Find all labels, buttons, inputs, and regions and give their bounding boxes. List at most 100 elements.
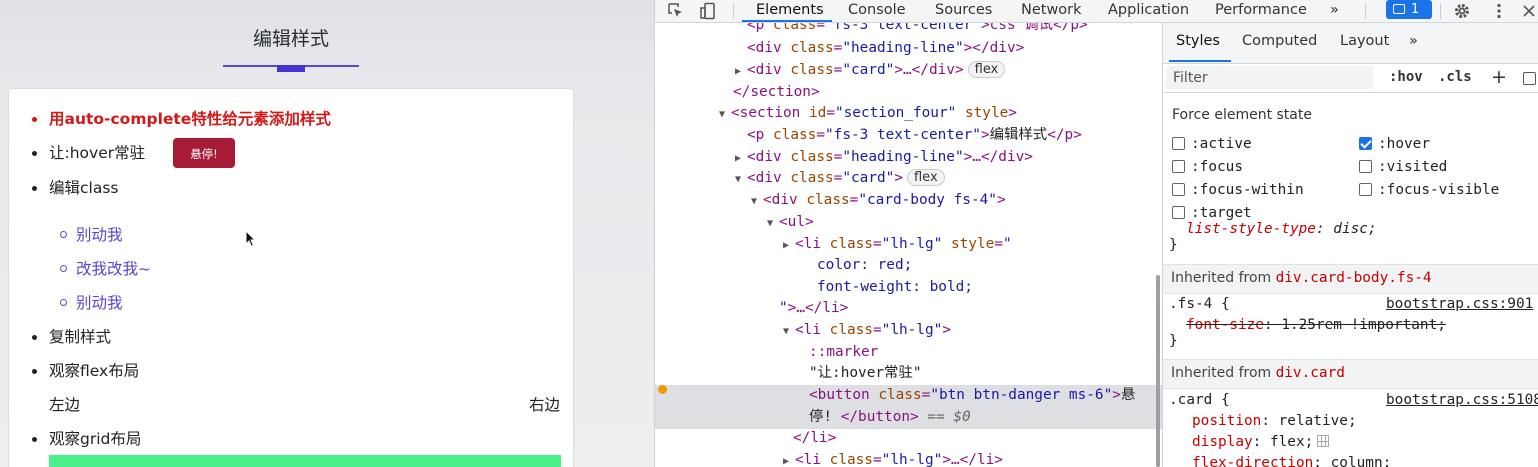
inspect-icon[interactable] [667, 2, 685, 20]
expand-triangle-icon[interactable]: ▶ [735, 148, 747, 170]
checkbox[interactable] [1359, 160, 1372, 173]
force-element-state: Force element state :active :hover :focu… [1163, 93, 1538, 233]
checkbox-checked[interactable] [1359, 137, 1372, 150]
inherited-header: Inherited from div.card [1163, 359, 1538, 389]
dom-node-selected[interactable]: <button class="btn btn-danger ms-6">悬 [655, 385, 1162, 407]
expand-triangle-icon[interactable]: ▶ [783, 451, 795, 467]
state-visited[interactable]: :visited [1359, 157, 1447, 177]
tab-network[interactable]: Network [1021, 0, 1082, 21]
dom-node[interactable]: ▼ <li class="lh-lg"> [655, 320, 1162, 342]
dom-node[interactable]: font-weight: bold; [655, 277, 1162, 299]
sub-list-item-label[interactable]: 改我改我~ [76, 257, 151, 281]
force-state-title: Force element state [1172, 107, 1312, 123]
style-declaration[interactable]: list-style-type: disc; [1186, 221, 1377, 237]
dom-node[interactable]: <p class="fs-3 text-center">编辑样式</p> [655, 125, 1162, 147]
tab-elements[interactable]: Elements [756, 0, 824, 21]
collapse-triangle-icon[interactable]: ▼ [783, 321, 795, 343]
style-declaration-overridden[interactable]: font-size: 1.25rem !important; [1186, 317, 1446, 333]
collapse-triangle-icon[interactable]: ▼ [735, 169, 747, 191]
sub-list-item-label[interactable]: 别动我 [76, 291, 123, 315]
dom-node[interactable]: color: red; [655, 255, 1162, 277]
collapse-triangle-icon[interactable]: ▼ [751, 191, 763, 213]
dom-node[interactable]: ▼ <ul> [655, 212, 1162, 234]
list-item: 编辑class [9, 176, 573, 200]
state-hover[interactable]: :hover [1359, 134, 1430, 154]
sidebar-toggle-icon[interactable] [1523, 72, 1536, 85]
close-icon[interactable] [1520, 2, 1538, 20]
style-declaration[interactable]: flex-direction: column; [1192, 455, 1391, 467]
cls-toggle[interactable]: .cls [1438, 69, 1472, 85]
dom-node[interactable]: </li> [655, 428, 1162, 450]
css-selector[interactable]: .card { [1169, 392, 1230, 408]
checkbox[interactable] [1172, 137, 1185, 150]
list-item: 用auto-complete特性给元素添加样式 [9, 107, 573, 131]
dom-node[interactable]: ▼ <section id="section_four" style> [655, 103, 1162, 125]
circle-marker [60, 265, 67, 272]
issues-badge[interactable]: 1 [1386, 0, 1432, 19]
sub-list-item-label[interactable]: 别动我 [76, 223, 123, 247]
more-sidebar-tabs-button[interactable]: » [1409, 33, 1418, 49]
grid-layout-bar [49, 455, 561, 467]
device-toggle-icon[interactable] [699, 2, 717, 20]
flex-row: 左边 右边 [9, 393, 573, 417]
collapse-triangle-icon[interactable]: ▼ [767, 213, 779, 235]
dom-node[interactable]: ▼ <div class="card-body fs-4"> [655, 190, 1162, 212]
dom-node[interactable]: ▶ <div class="card">…</div> flex [655, 60, 1162, 82]
style-declaration[interactable]: position: relative; [1192, 413, 1357, 429]
state-active[interactable]: :active [1172, 134, 1252, 154]
elements-scrollbar[interactable] [1156, 275, 1160, 467]
elements-tree: <p class="fs-3 text-center">css 调试</p> <… [655, 23, 1162, 467]
more-tabs-button[interactable]: » [1330, 0, 1339, 21]
expand-triangle-icon[interactable]: ▶ [783, 235, 795, 257]
state-target[interactable]: :target [1172, 203, 1252, 223]
state-focus-within[interactable]: :focus-within [1172, 180, 1304, 200]
filter-input[interactable] [1166, 66, 1373, 89]
style-declaration[interactable]: display: flex; [1192, 434, 1330, 450]
source-link[interactable]: bootstrap.css:901 [1386, 296, 1533, 312]
dom-node[interactable]: </section> [655, 82, 1162, 104]
bullet-marker [32, 335, 37, 340]
tab-sources[interactable]: Sources [935, 0, 992, 21]
dom-node[interactable]: ▼ <div class="card"> flex [655, 168, 1162, 190]
circle-marker [60, 231, 67, 238]
new-style-rule-button[interactable]: + [1491, 66, 1507, 88]
list-item-label: 让:hover常驻 [49, 144, 146, 162]
flex-badge[interactable]: flex [967, 61, 1006, 78]
dom-node-selected[interactable]: 停! </button> == $0 [655, 407, 1162, 429]
dom-node[interactable]: ">…</li> [655, 298, 1162, 320]
expand-triangle-icon[interactable]: ▶ [735, 61, 747, 83]
flex-badge[interactable]: flex [906, 169, 945, 186]
state-focus-visible[interactable]: :focus-visible [1359, 180, 1499, 200]
sidebar-tabs: Styles Computed Layout » [1163, 23, 1538, 64]
flex-right-text: 右边 [528, 396, 560, 414]
dom-node[interactable]: ::marker [655, 342, 1162, 364]
dom-node[interactable]: ▶ <li class="lh-lg">…</li> [655, 450, 1162, 467]
inherited-source-link[interactable]: div.card [1276, 365, 1345, 381]
inherited-source-link[interactable]: div.card-body.fs-4 [1276, 270, 1432, 286]
kebab-menu-icon[interactable] [1490, 2, 1508, 20]
collapse-triangle-icon[interactable]: ▼ [719, 104, 731, 126]
dom-node[interactable]: <p class="fs-3 text-center">css 调试</p> [655, 23, 1162, 37]
hov-toggle[interactable]: :hov [1389, 69, 1423, 85]
hover-button[interactable]: 悬停! [173, 138, 235, 168]
inherited-label: Inherited from div.card [1171, 365, 1345, 381]
dom-node[interactable]: ▶ <div class="heading-line">…</div> [655, 147, 1162, 169]
checkbox[interactable] [1359, 183, 1372, 196]
tab-styles[interactable]: Styles [1176, 33, 1220, 49]
tab-layout[interactable]: Layout [1340, 33, 1389, 49]
checkbox[interactable] [1172, 183, 1185, 196]
tab-console[interactable]: Console [848, 0, 906, 21]
flexbox-editor-icon[interactable] [1317, 435, 1330, 447]
gear-icon[interactable] [1453, 2, 1471, 20]
state-focus[interactable]: :focus [1172, 157, 1243, 177]
dom-node[interactable]: "让:hover常驻" [655, 363, 1162, 385]
dom-node[interactable]: ▶ <li class="lh-lg" style=" [655, 234, 1162, 256]
source-link[interactable]: bootstrap.css:5108 [1386, 392, 1538, 408]
checkbox[interactable] [1172, 206, 1185, 219]
dom-node[interactable]: <div class="heading-line"></div> [655, 38, 1162, 60]
tab-performance[interactable]: Performance [1215, 0, 1307, 21]
tab-computed[interactable]: Computed [1242, 33, 1317, 49]
checkbox[interactable] [1172, 160, 1185, 173]
css-selector[interactable]: .fs-4 { [1169, 296, 1230, 312]
tab-application[interactable]: Application [1108, 0, 1189, 21]
